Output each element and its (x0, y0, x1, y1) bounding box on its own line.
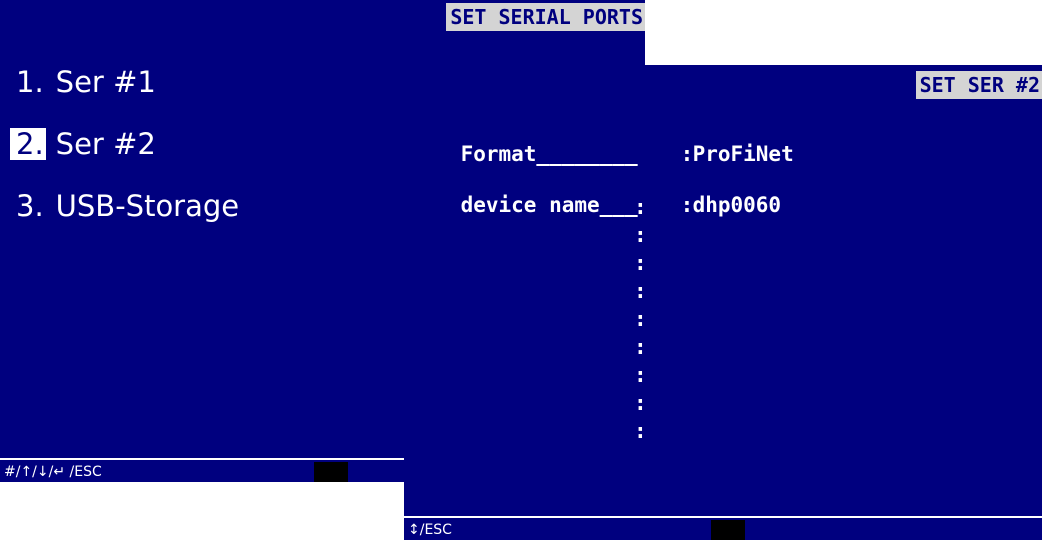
menu-item-label: Ser #1 (55, 65, 156, 99)
ser-2-settings-screen: SET SER #2 Format________:ProFiNet devic… (404, 65, 1042, 540)
screen-title: SET SER #2 (915, 71, 1042, 99)
key-hint-text: #/↑/↓/↵ /ESC (4, 464, 102, 480)
serial-ports-menu: 1. Ser #1 2. Ser #2 3. USB-Storage (10, 66, 239, 252)
menu-item-number: 3. (16, 189, 44, 223)
empty-field-separator: : (634, 223, 647, 247)
menu-item-ser-2[interactable]: 2. Ser #2 (10, 128, 239, 190)
field-separator: : (680, 193, 694, 217)
field-label: Format________ (460, 142, 638, 166)
cursor-block (711, 520, 745, 540)
key-hint-text: ↕/ESC (408, 522, 452, 538)
field-separator: : (680, 142, 694, 166)
empty-field-separator: : (634, 251, 647, 275)
menu-item-usb-storage[interactable]: 3. USB-Storage (10, 190, 239, 252)
empty-field-separator: : (634, 335, 647, 359)
cursor-block (314, 462, 348, 482)
screen-title: SET SERIAL PORTS (446, 3, 645, 31)
field-value: ProFiNet (692, 142, 794, 166)
menu-item-label: USB-Storage (55, 189, 240, 223)
empty-field-separator: : (634, 363, 647, 387)
menu-item-number: 1. (16, 65, 44, 99)
menu-item-ser-1[interactable]: 1. Ser #1 (10, 66, 239, 128)
empty-field-separator: : (634, 391, 647, 415)
device-name-field[interactable]: device name___:dhp0060 (410, 166, 782, 244)
status-bar: ↕/ESC (404, 516, 1042, 540)
empty-field-separator: : (634, 195, 647, 219)
empty-field-separators: : : : : : : : : : (634, 193, 647, 445)
menu-item-label: Ser #2 (55, 127, 156, 161)
empty-field-separator: : (634, 419, 647, 443)
field-label: device name___ (460, 193, 638, 217)
menu-item-number: 2. (10, 128, 46, 160)
empty-field-separator: : (634, 307, 647, 331)
field-value: dhp0060 (692, 193, 782, 217)
empty-field-separator: : (634, 279, 647, 303)
